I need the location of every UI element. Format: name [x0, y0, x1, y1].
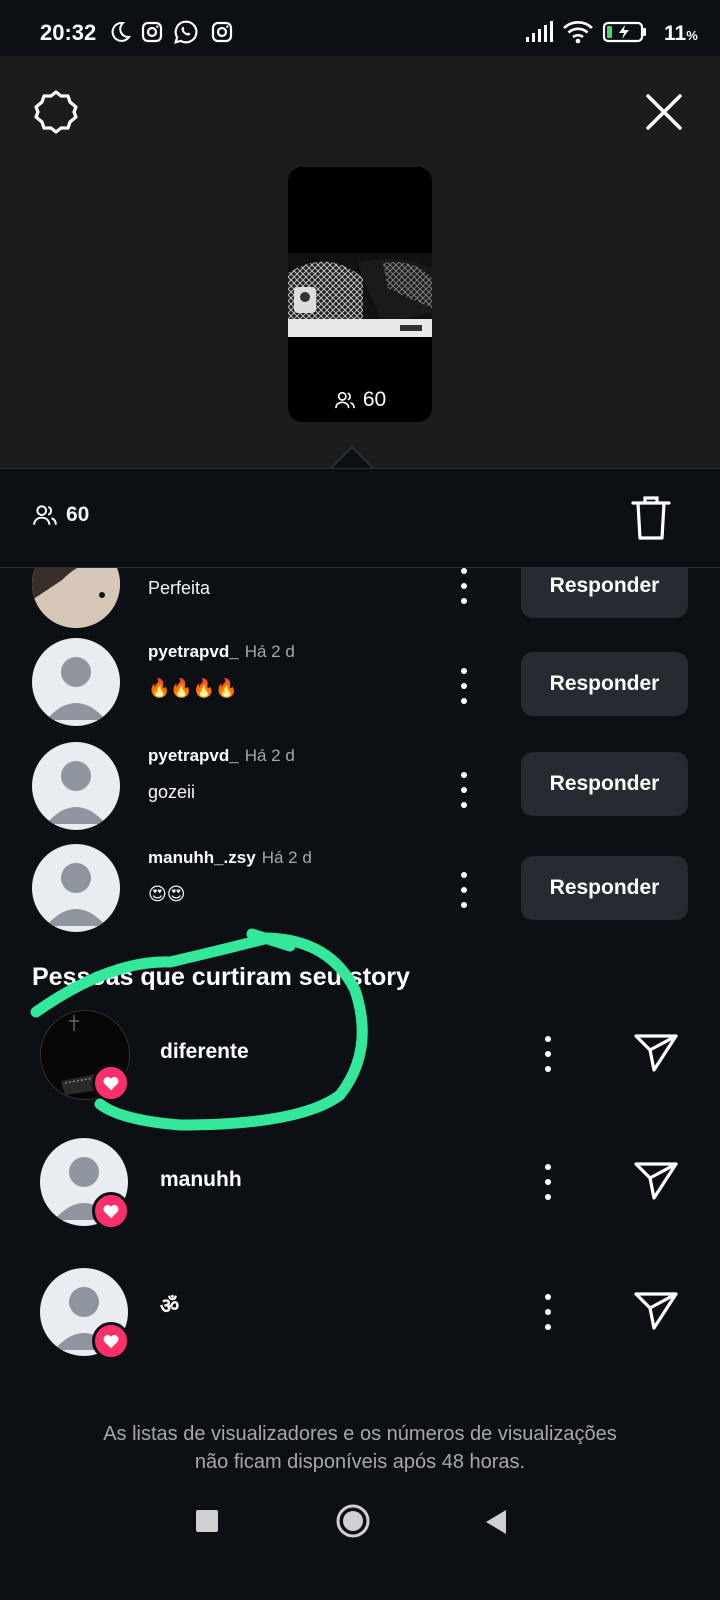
avatar[interactable]: [32, 844, 120, 932]
footer-note-line: As listas de visualizadores e os números…: [103, 1423, 617, 1445]
like-list-item[interactable]: manuhh: [0, 1136, 720, 1248]
like-list-item[interactable]: diferente: [0, 1008, 720, 1120]
back-button[interactable]: [484, 1508, 510, 1536]
battery-percentage: 11%: [664, 22, 698, 45]
preview-pointer: [329, 445, 375, 470]
more-options-icon[interactable]: [536, 1294, 560, 1330]
list-item: Perfeita Responder: [0, 568, 720, 636]
signal-icon: [524, 18, 554, 46]
liker-name: diferente: [160, 1040, 249, 1063]
list-item: pyetrapvd_ Há 2 d 🔥🔥🔥🔥 Responder: [0, 628, 720, 732]
avatar[interactable]: [32, 568, 120, 628]
reply-message: 🔥🔥🔥🔥: [148, 678, 238, 698]
wifi-icon: [562, 18, 594, 46]
people-icon: [334, 391, 355, 409]
battery-charging-icon: [602, 18, 648, 46]
more-options-icon[interactable]: [452, 668, 476, 704]
trash-icon[interactable]: [630, 494, 672, 542]
reply-message: Perfeita: [148, 578, 211, 598]
more-options-icon[interactable]: [452, 568, 476, 604]
reply-username[interactable]: pyetrapvd_ Há 2 d: [148, 642, 295, 662]
status-time: 20:32: [40, 20, 97, 45]
story-image: [288, 253, 432, 337]
likes-section-heading: Pessoas que curtiram seu story: [32, 963, 410, 991]
reply-username[interactable]: pyetrapvd_ Há 2 d: [148, 746, 295, 766]
send-icon[interactable]: [632, 1156, 680, 1204]
story-thumbnail[interactable]: 60: [288, 167, 432, 422]
more-options-icon[interactable]: [452, 772, 476, 808]
list-item: pyetrapvd_ Há 2 d gozeii Responder: [0, 732, 720, 836]
reply-username[interactable]: manuhh_.zsy Há 2 d: [148, 848, 312, 868]
reply-message: gozeii: [148, 782, 196, 802]
heart-icon: [92, 1064, 130, 1102]
heart-icon: [92, 1192, 130, 1230]
instagram-icon: [138, 18, 166, 46]
liker-name: manuhh: [160, 1168, 242, 1191]
liker-name: ॐ: [160, 1295, 180, 1318]
reply-button[interactable]: Responder: [521, 652, 688, 716]
footer-note: As listas de visualizadores e os números…: [0, 1420, 720, 1476]
list-item: manuhh_.zsy Há 2 d 😍😍 Responder: [0, 836, 720, 940]
replies-list: Perfeita Responder pyetrapvd_ Há 2 d 🔥🔥🔥🔥…: [0, 568, 720, 940]
reply-button[interactable]: Responder: [521, 752, 688, 816]
moon-icon: [106, 18, 134, 46]
reply-button[interactable]: Responder: [521, 856, 688, 920]
viewer-summary-bar: [0, 468, 720, 568]
reply-button[interactable]: Responder: [521, 568, 688, 618]
more-options-icon[interactable]: [452, 872, 476, 908]
more-options-icon[interactable]: [536, 1164, 560, 1200]
close-icon[interactable]: [640, 88, 688, 136]
more-options-icon[interactable]: [536, 1036, 560, 1072]
footer-note-line: não ficam disponíveis após 48 horas.: [194, 1451, 526, 1473]
story-viewer-count: 60: [288, 388, 432, 412]
send-icon[interactable]: [632, 1286, 680, 1334]
instagram-icon: [208, 18, 236, 46]
reply-message: 😍😍: [148, 884, 186, 904]
viewer-count: 60: [32, 503, 89, 527]
whatsapp-icon: [172, 18, 200, 46]
heart-icon: [92, 1322, 130, 1360]
send-icon[interactable]: [632, 1028, 680, 1076]
gear-icon[interactable]: [32, 88, 80, 136]
recents-button[interactable]: [196, 1510, 218, 1532]
people-icon: [33, 505, 57, 525]
avatar[interactable]: [32, 742, 120, 830]
home-button[interactable]: [336, 1504, 370, 1538]
like-list-item[interactable]: ॐ: [0, 1266, 720, 1378]
avatar[interactable]: [32, 638, 120, 726]
